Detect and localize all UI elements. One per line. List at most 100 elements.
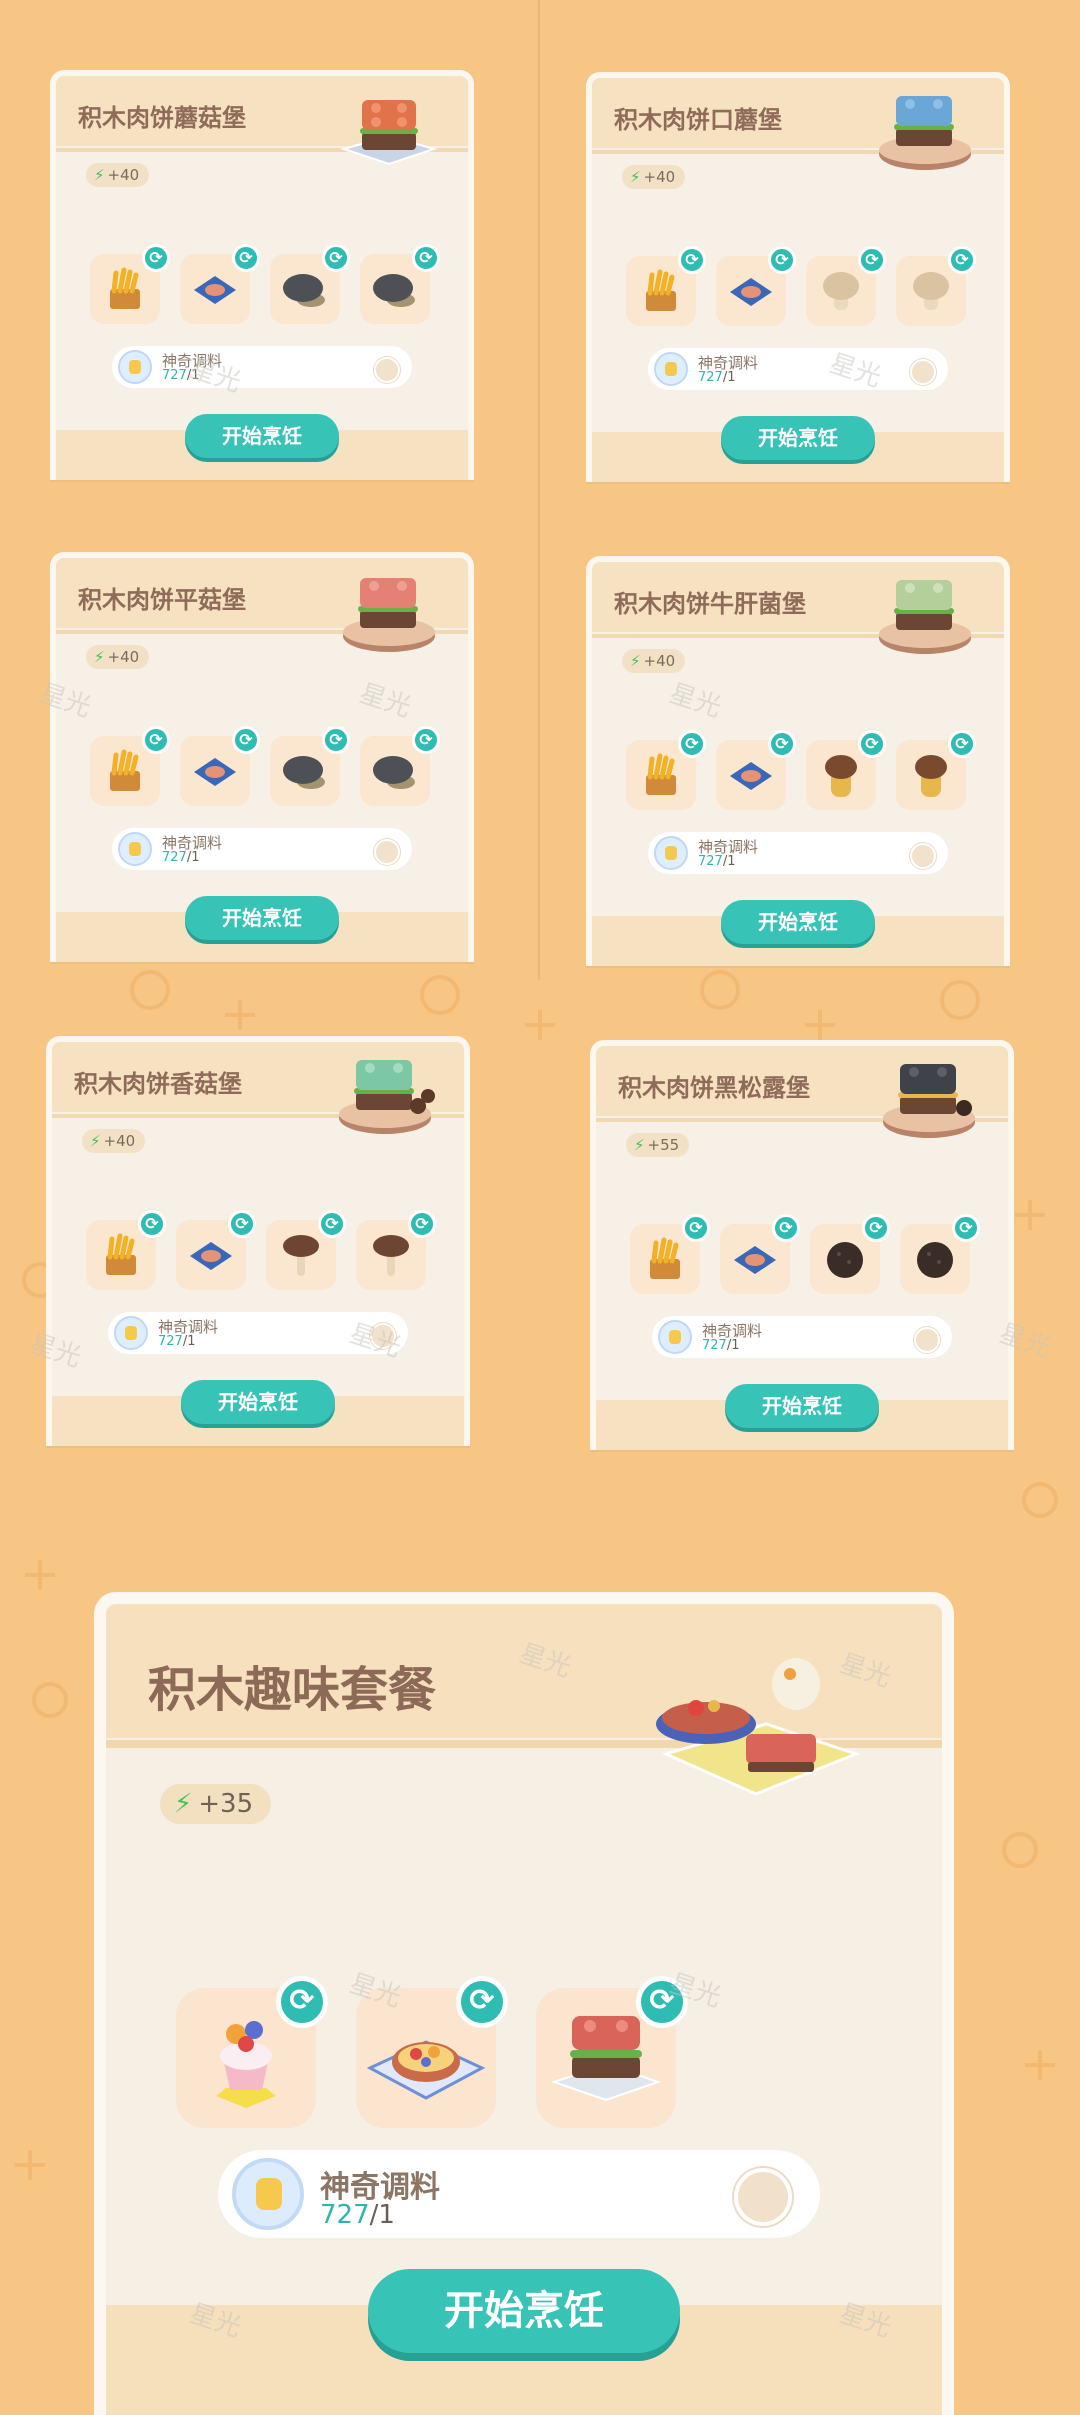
swap-icon[interactable]: ⟳ [682, 1214, 710, 1242]
recipe-card: 积木肉饼牛肝菌堡 ⚡ +40 ⟳ ⟳ ⟳ ⟳ 神奇调料 727/1 开始烹饪 [586, 556, 1010, 966]
ingredient-slot[interactable]: ⟳ [806, 730, 886, 810]
burger-dish-icon [883, 1064, 975, 1138]
burger-dish-icon [879, 580, 971, 654]
swap-icon[interactable]: ⟳ [636, 1976, 688, 2028]
seasoning-toggle[interactable] [374, 839, 400, 865]
ingredient-slot[interactable]: ⟳ [810, 1214, 890, 1294]
ingredient-slot[interactable]: ⟳ [626, 246, 706, 326]
seasoning-toggle[interactable] [734, 2168, 792, 2226]
meat-patty-tile-icon [190, 1242, 232, 1271]
truffle-icon [917, 1242, 953, 1279]
swap-icon[interactable]: ⟳ [142, 244, 170, 272]
swap-icon[interactable]: ⟳ [768, 246, 796, 274]
fries-icon [646, 269, 676, 312]
fries-icon [110, 749, 140, 792]
seasoning-toggle[interactable] [910, 359, 936, 385]
swap-icon[interactable]: ⟳ [412, 244, 440, 272]
meat-patty-tile-icon [194, 758, 236, 787]
ingredient-slot[interactable]: ⟳ [266, 1210, 346, 1290]
seasoning-toggle[interactable] [910, 843, 936, 869]
seasoning-count: 727/1 [702, 1338, 740, 1353]
swap-icon[interactable]: ⟳ [768, 730, 796, 758]
energy-badge: ⚡ +55 [626, 1133, 690, 1157]
seasoning-count: 727/1 [320, 2200, 395, 2230]
start-cooking-button[interactable]: 开始烹饪 [185, 896, 339, 940]
swap-icon[interactable]: ⟳ [138, 1210, 166, 1238]
ingredient-slot[interactable]: ⟳ [896, 246, 976, 326]
ingredient-slot[interactable]: ⟳ [360, 244, 440, 324]
seasoning-row: 神奇调料 727/1 [648, 832, 948, 874]
seasoning-row: 神奇调料 727/1 [112, 346, 412, 388]
swap-icon[interactable]: ⟳ [318, 1210, 346, 1238]
start-cooking-button[interactable]: 开始烹饪 [721, 900, 875, 944]
seasoning-toggle[interactable] [374, 357, 400, 383]
swap-icon[interactable]: ⟳ [322, 244, 350, 272]
seasoning-count: 727/1 [698, 854, 736, 869]
energy-badge: ⚡ +40 [82, 1129, 146, 1153]
swap-icon[interactable]: ⟳ [232, 244, 260, 272]
swap-icon[interactable]: ⟳ [232, 726, 260, 754]
ingredient-slot[interactable]: ⟳ [720, 1214, 800, 1294]
column-divider [538, 0, 540, 980]
energy-bolt-icon: ⚡ [90, 1132, 101, 1150]
swap-icon[interactable]: ⟳ [142, 726, 170, 754]
swap-icon[interactable]: ⟳ [952, 1214, 980, 1242]
energy-bolt-icon: ⚡ [94, 166, 105, 184]
fries-icon [106, 1233, 136, 1276]
energy-badge: ⚡ +40 [622, 649, 686, 673]
swap-icon[interactable]: ⟳ [772, 1214, 800, 1242]
ingredient-slot[interactable]: ⟳ [900, 1214, 980, 1294]
ingredient-slot[interactable]: ⟳ [180, 244, 260, 324]
ingredient-slot[interactable]: ⟳ [536, 1976, 688, 2128]
swap-icon[interactable]: ⟳ [948, 246, 976, 274]
ingredient-slot[interactable]: ⟳ [176, 1210, 256, 1290]
ingredient-slot[interactable]: ⟳ [360, 726, 440, 806]
swap-icon[interactable]: ⟳ [858, 730, 886, 758]
seasoning-toggle[interactable] [370, 1323, 396, 1349]
swap-icon[interactable]: ⟳ [948, 730, 976, 758]
swap-icon[interactable]: ⟳ [408, 1210, 436, 1238]
ingredient-slot[interactable]: ⟳ [90, 726, 170, 806]
seasoning-count: 727/1 [698, 370, 736, 385]
ingredient-slot[interactable]: ⟳ [626, 730, 706, 810]
start-cooking-button[interactable]: 开始烹饪 [725, 1384, 879, 1428]
energy-badge: ⚡ +35 [160, 1784, 272, 1824]
burger-dish-icon [879, 96, 971, 170]
ingredient-slot[interactable]: ⟳ [86, 1210, 166, 1290]
start-cooking-button[interactable]: 开始烹饪 [368, 2269, 680, 2353]
ingredient-slot[interactable]: ⟳ [356, 1976, 508, 2128]
ingredient-slot[interactable]: ⟳ [630, 1214, 710, 1294]
swap-icon[interactable]: ⟳ [276, 1976, 328, 2028]
burger-dish-icon [343, 578, 435, 652]
swap-icon[interactable]: ⟳ [678, 246, 706, 274]
seasoning-toggle[interactable] [914, 1327, 940, 1353]
dark-mushroom-icon [373, 274, 415, 308]
swap-icon[interactable]: ⟳ [322, 726, 350, 754]
ingredient-slot[interactable]: ⟳ [180, 726, 260, 806]
ingredient-slot[interactable]: ⟳ [270, 244, 350, 324]
seasoning-count: 727/1 [162, 850, 200, 865]
ingredient-slot[interactable]: ⟳ [176, 1976, 328, 2128]
swap-icon[interactable]: ⟳ [678, 730, 706, 758]
swap-icon[interactable]: ⟳ [228, 1210, 256, 1238]
ingredient-slot[interactable]: ⟳ [896, 730, 976, 810]
start-cooking-button[interactable]: 开始烹饪 [181, 1380, 335, 1424]
recipe-title: 积木肉饼香菇堡 [74, 1070, 242, 1098]
ingredient-slot[interactable]: ⟳ [90, 244, 170, 324]
set-meal-title: 积木趣味套餐 [148, 1662, 437, 1718]
ingredient-slot[interactable]: ⟳ [806, 246, 886, 326]
swap-icon[interactable]: ⟳ [412, 726, 440, 754]
swap-icon[interactable]: ⟳ [456, 1976, 508, 2028]
ingredient-slot[interactable]: ⟳ [270, 726, 350, 806]
energy-bolt-icon: ⚡ [630, 652, 641, 670]
recipe-card: 积木肉饼平菇堡 ⚡ +40 ⟳ ⟳ ⟳ ⟳ 神奇调料 727/1 开始烹饪 [50, 552, 474, 962]
meat-patty-tile-icon [734, 1246, 776, 1275]
swap-icon[interactable]: ⟳ [862, 1214, 890, 1242]
start-cooking-button[interactable]: 开始烹饪 [721, 416, 875, 460]
start-cooking-button[interactable]: 开始烹饪 [185, 414, 339, 458]
ingredient-slot[interactable]: ⟳ [356, 1210, 436, 1290]
ingredient-slot[interactable]: ⟳ [716, 730, 796, 810]
ingredient-slot[interactable]: ⟳ [716, 246, 796, 326]
seasoning-count: 727/1 [158, 1334, 196, 1349]
swap-icon[interactable]: ⟳ [858, 246, 886, 274]
